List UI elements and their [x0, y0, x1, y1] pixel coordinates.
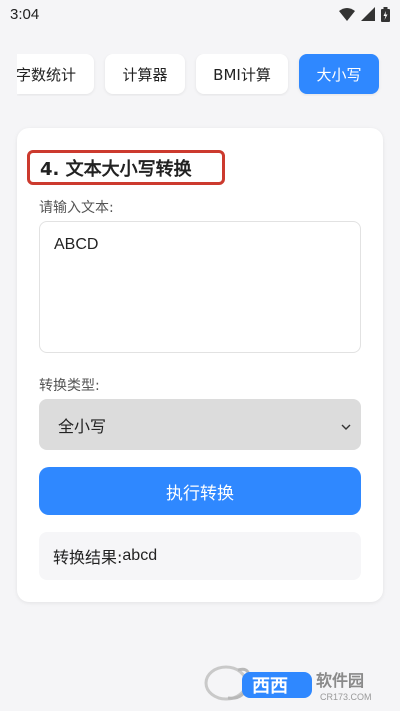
- chevron-down-icon: [341, 415, 351, 434]
- conversion-type-select[interactable]: 全小写: [39, 399, 361, 450]
- section-title: 4. 文本大小写转换: [27, 150, 225, 185]
- watermark-logo: 西西 软件园 CR173.COM: [204, 662, 386, 704]
- battery-icon: [381, 6, 390, 22]
- conversion-type-value: 全小写: [58, 416, 107, 436]
- tool-tabs: 字数统计 计算器 BMI计算 大小写: [17, 54, 400, 96]
- result-prefix: 转换结果:: [53, 548, 123, 567]
- svg-text:西西: 西西: [252, 676, 288, 697]
- tab-case-convert[interactable]: 大小写: [299, 54, 379, 94]
- result-box: 转换结果: abcd: [39, 532, 361, 580]
- wifi-icon: [339, 7, 355, 21]
- status-time: 3:04: [10, 5, 40, 23]
- result-value: abcd: [122, 547, 158, 564]
- tab-word-count[interactable]: 字数统计: [17, 54, 94, 94]
- execute-convert-button[interactable]: 执行转换: [39, 467, 361, 515]
- status-icons: [339, 6, 390, 22]
- svg-text:CR173.COM: CR173.COM: [320, 692, 372, 702]
- conversion-type-label: 转换类型:: [39, 378, 100, 394]
- text-input[interactable]: ABCD: [39, 221, 361, 353]
- input-label: 请输入文本:: [39, 200, 114, 216]
- tab-calculator[interactable]: 计算器: [105, 54, 185, 94]
- status-bar: 3:04: [0, 0, 400, 28]
- tab-bmi[interactable]: BMI计算: [196, 54, 288, 94]
- signal-icon: [361, 7, 375, 21]
- svg-text:软件园: 软件园: [316, 671, 364, 690]
